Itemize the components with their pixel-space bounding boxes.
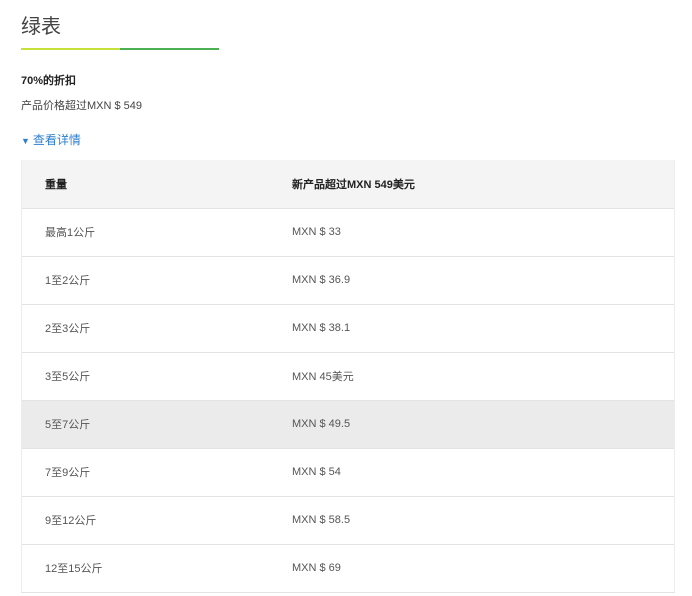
weight-cell: 9至12公斤 xyxy=(45,515,97,527)
table-row: 9至12公斤 MXN $ 58.5 xyxy=(21,496,675,544)
table-row: 最高1公斤 MXN $ 33 xyxy=(21,208,675,256)
price-cell: MXN $ 49.5 xyxy=(292,418,351,430)
weight-cell: 12至15公斤 xyxy=(45,563,103,575)
weight-cell: 5至7公斤 xyxy=(45,419,91,431)
price-cell: MXN 45美元 xyxy=(292,371,354,383)
price-cell: MXN $ 38.1 xyxy=(292,322,351,334)
price-cell: MXN $ 69 xyxy=(292,562,341,574)
weight-cell: 最高1公斤 xyxy=(45,227,96,239)
table-body: 最高1公斤 MXN $ 33 1至2公斤 MXN $ 36.9 2至3公斤 MXN $ 3… xyxy=(21,208,675,592)
table-row: 5至7公斤 MXN $ 49.5 xyxy=(21,400,675,448)
price-column-header: 新产品超过MXN 549美元 xyxy=(292,178,415,191)
weight-cell: 1至2公斤 xyxy=(45,275,91,287)
discount-description: 产品价格超过MXN $ 549 xyxy=(21,100,143,112)
view-details-label: 查看详情 xyxy=(32,133,81,147)
table-header-row: 重量 新产品超过MXN 549美元 xyxy=(21,160,675,208)
weight-cell: 2至3公斤 xyxy=(45,323,91,335)
discount-title: 70%的折扣 xyxy=(21,75,77,87)
progress-bar xyxy=(21,48,219,50)
page-title: 绿表 xyxy=(21,16,61,38)
price-cell: MXN $ 33 xyxy=(292,226,341,238)
table-row: 2至3公斤 MXN $ 38.1 xyxy=(21,304,675,352)
weight-cell: 3至5公斤 xyxy=(45,371,91,383)
table-row: 12至15公斤 MXN $ 69 xyxy=(21,544,675,592)
shipping-rate-table: 重量 新产品超过MXN 549美元 最高1公斤 MXN $ 33 1至2公斤 MXN … xyxy=(21,160,675,593)
price-cell: MXN $ 54 xyxy=(292,466,341,478)
table-row: 3至5公斤 MXN 45美元 xyxy=(21,352,675,400)
caret-down-icon: ▼ xyxy=(21,136,30,146)
table-row: 1至2公斤 MXN $ 36.9 xyxy=(21,256,675,304)
weight-column-header: 重量 xyxy=(45,178,67,191)
price-cell: MXN $ 58.5 xyxy=(292,514,351,526)
price-cell: MXN $ 36.9 xyxy=(292,274,351,286)
weight-cell: 7至9公斤 xyxy=(45,467,91,479)
view-details-toggle[interactable]: ▼ 查看详情 xyxy=(21,131,81,148)
progress-fill xyxy=(21,48,120,50)
table-row: 7至9公斤 MXN $ 54 xyxy=(21,448,675,496)
